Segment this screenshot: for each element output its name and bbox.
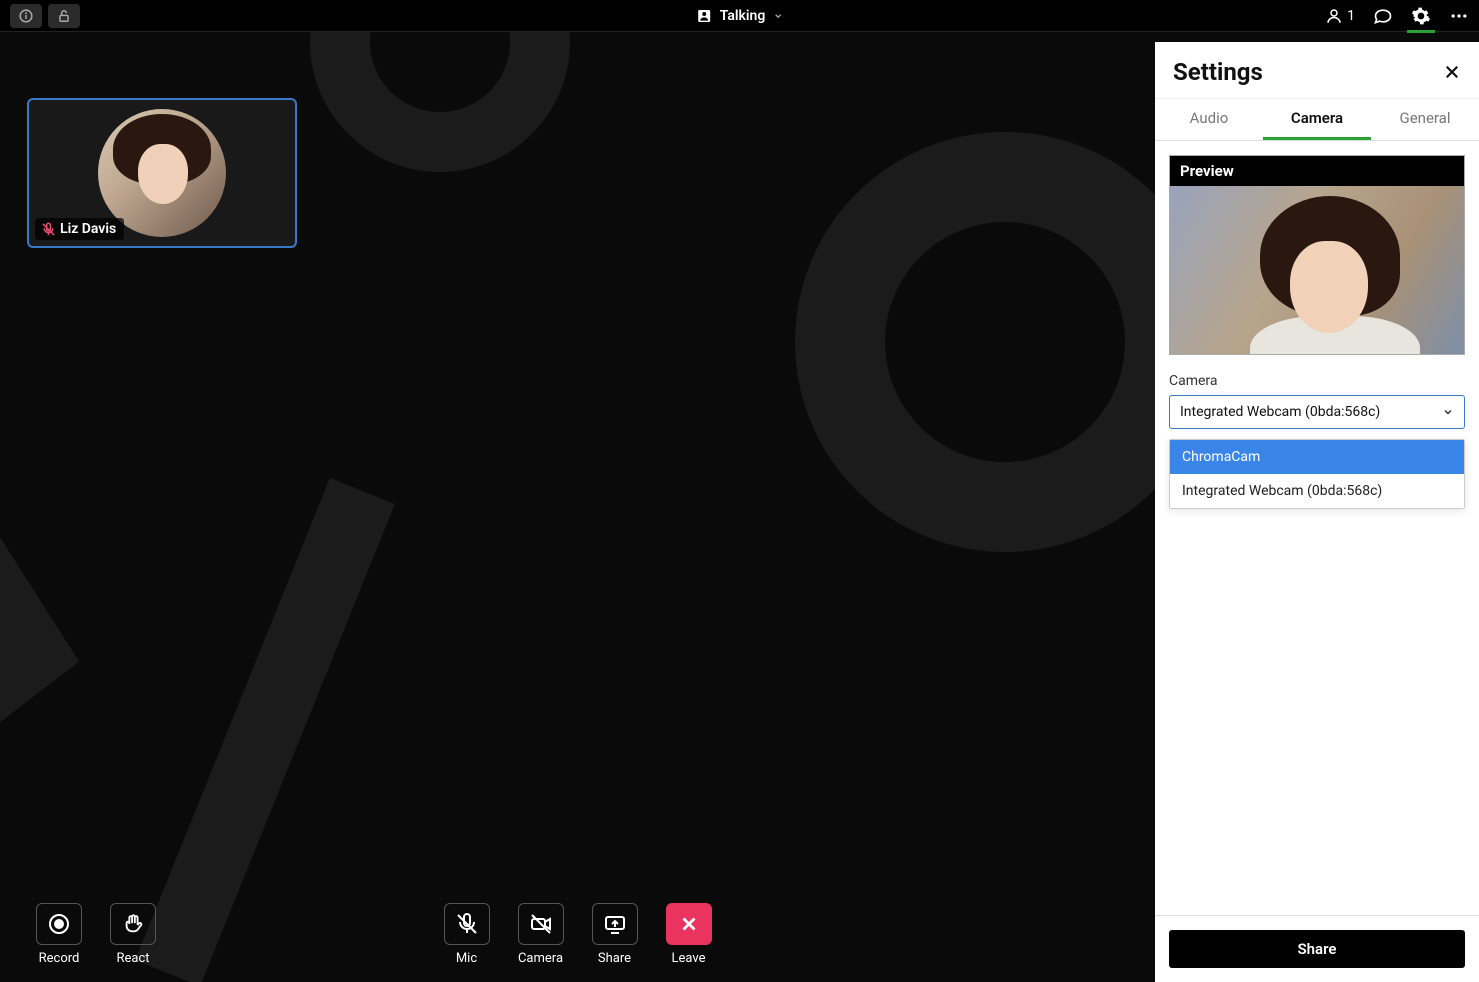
- camera-dropdown: ChromaCam Integrated Webcam (0bda:568c): [1169, 439, 1465, 509]
- preview-image: [1170, 186, 1464, 354]
- record-icon: [47, 912, 71, 936]
- status-label: Talking: [720, 8, 766, 24]
- mic-control[interactable]: Mic: [444, 903, 490, 966]
- settings-footer: Share: [1155, 915, 1479, 982]
- settings-panel: Settings Audio Camera General Preview Ca…: [1155, 42, 1479, 982]
- call-status[interactable]: Talking: [696, 8, 784, 24]
- camera-label: Camera: [518, 951, 563, 966]
- record-control[interactable]: Record: [36, 903, 82, 966]
- share-settings-button[interactable]: Share: [1169, 930, 1465, 968]
- record-label: Record: [39, 951, 80, 966]
- react-label: React: [116, 951, 149, 966]
- share-label: Share: [598, 951, 631, 966]
- more-button[interactable]: [1449, 6, 1469, 26]
- control-bar: Record React Mic Camera: [0, 887, 1155, 982]
- lock-button[interactable]: [48, 4, 80, 28]
- control-group-center: Mic Camera Share Leave: [444, 903, 712, 966]
- chat-icon: [1373, 6, 1393, 26]
- settings-header: Settings: [1155, 42, 1479, 98]
- video-area: Liz Davis Record React M: [0, 32, 1155, 982]
- camera-option-chromacam[interactable]: ChromaCam: [1170, 440, 1464, 474]
- participants-button[interactable]: 1: [1325, 7, 1355, 25]
- participant-count: 1: [1347, 8, 1355, 24]
- participant-name-badge: Liz Davis: [35, 218, 124, 240]
- camera-select[interactable]: Integrated Webcam (0bda:568c): [1169, 395, 1465, 429]
- person-status-icon: [696, 8, 712, 24]
- react-control[interactable]: React: [110, 903, 156, 966]
- topbar-right: 1: [1325, 6, 1469, 26]
- tab-audio[interactable]: Audio: [1155, 99, 1263, 140]
- gear-icon: [1411, 6, 1431, 26]
- share-screen-icon: [603, 912, 627, 936]
- camera-control[interactable]: Camera: [518, 903, 564, 966]
- tab-general[interactable]: General: [1371, 99, 1479, 140]
- camera-selected-value: Integrated Webcam (0bda:568c): [1180, 404, 1380, 420]
- topbar-left: [10, 4, 80, 28]
- hand-icon: [122, 913, 144, 935]
- chat-button[interactable]: [1373, 6, 1393, 26]
- settings-button[interactable]: [1411, 6, 1431, 26]
- chevron-down-icon: [1442, 406, 1454, 418]
- settings-tabs: Audio Camera General: [1155, 98, 1479, 141]
- person-icon: [1325, 7, 1343, 25]
- mic-muted-icon: [41, 222, 56, 237]
- top-bar: Talking 1: [0, 0, 1479, 32]
- mic-label: Mic: [456, 951, 477, 966]
- participant-name: Liz Davis: [60, 221, 116, 237]
- control-group-left: Record React: [36, 903, 156, 966]
- more-icon: [1449, 6, 1469, 26]
- preview-label: Preview: [1170, 156, 1464, 186]
- leave-control[interactable]: Leave: [666, 903, 712, 966]
- participant-tile[interactable]: Liz Davis: [27, 98, 297, 248]
- tab-camera[interactable]: Camera: [1263, 99, 1371, 140]
- info-icon: [19, 9, 33, 23]
- close-icon: [678, 913, 700, 935]
- camera-field-label: Camera: [1169, 373, 1465, 389]
- camera-option-integrated[interactable]: Integrated Webcam (0bda:568c): [1170, 474, 1464, 508]
- leave-label: Leave: [672, 951, 706, 966]
- close-icon: [1443, 63, 1461, 81]
- share-control[interactable]: Share: [592, 903, 638, 966]
- chevron-down-icon: [773, 11, 783, 21]
- mic-off-icon: [455, 912, 479, 936]
- settings-body: Preview Camera Integrated Webcam (0bda:5…: [1155, 141, 1479, 915]
- settings-title: Settings: [1173, 58, 1263, 86]
- camera-off-icon: [529, 912, 553, 936]
- camera-preview: Preview: [1169, 155, 1465, 355]
- close-settings-button[interactable]: [1443, 63, 1461, 81]
- info-button[interactable]: [10, 4, 42, 28]
- unlock-icon: [57, 9, 71, 23]
